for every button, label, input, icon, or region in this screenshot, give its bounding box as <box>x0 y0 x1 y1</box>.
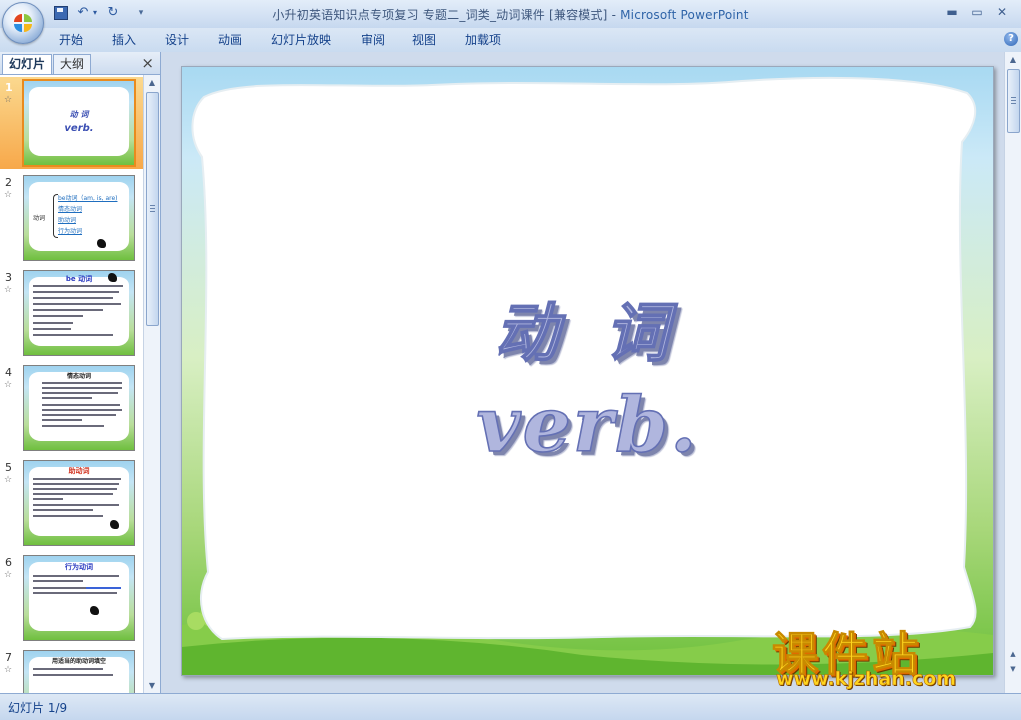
thumbnail-row-2[interactable]: 2 ☆ 动词 be动词（am, is, are) 情态动词 助动词 行为动词 <box>0 172 143 264</box>
thumbnail-number: 1 <box>5 81 13 94</box>
panel-tabs: 幻灯片 大纲 × <box>0 52 160 75</box>
slide-editor: 动 词 verb. <box>161 52 1004 693</box>
scrollbar-thumb[interactable] <box>146 92 159 326</box>
document-title: 小升初英语知识点专项复习 专题二_词类_动词课件 [兼容模式] <box>272 8 608 22</box>
thumbnail-row-4[interactable]: 4 ☆ 情态动词 <box>0 362 143 454</box>
redo-icon[interactable]: ↻ <box>104 4 122 22</box>
close-icon[interactable]: ✕ <box>991 2 1013 22</box>
watermark-url: www.kjzhan.com <box>776 668 957 691</box>
tab-addins[interactable]: 加载项 <box>465 31 501 49</box>
thumbnail-number: 2 <box>5 176 12 189</box>
status-bar: 幻灯片 1/9 <box>0 693 1021 720</box>
ribbon-tabs: 开始 插入 设计 动画 幻灯片放映 审阅 视图 加载项 ? <box>0 28 1021 53</box>
save-icon[interactable] <box>52 4 70 22</box>
thumbnail-number: 4 <box>5 366 12 379</box>
thumbnail-number: 5 <box>5 461 12 474</box>
animation-icon: ☆ <box>4 475 13 485</box>
minimize-icon[interactable]: ▬ <box>941 2 963 22</box>
thumbnail-3[interactable]: be 动词 <box>23 270 135 356</box>
thumbnail-link: be动词（am, is, are) <box>58 195 118 202</box>
thumbnail-5[interactable]: 助动词 <box>23 460 135 546</box>
tab-animations[interactable]: 动画 <box>218 31 242 49</box>
thumbnail-heading: 用适当的助动词填空 <box>51 658 106 665</box>
thumbnail-row-7[interactable]: 7 ☆ 用适当的助动词填空 <box>0 647 143 693</box>
tab-insert[interactable]: 插入 <box>112 31 136 49</box>
thumbnail-link: 情态动词 <box>58 206 83 213</box>
window-title: 小升初英语知识点专项复习 专题二_词类_动词课件 [兼容模式] - Micros… <box>0 6 1021 23</box>
app-name: Microsoft PowerPoint <box>620 8 749 22</box>
thumbnail-label: 动词 <box>33 215 46 222</box>
tab-view[interactable]: 视图 <box>412 31 436 49</box>
thumbnail-heading: 情态动词 <box>66 373 91 380</box>
animation-icon: ☆ <box>4 570 13 580</box>
thumbnail-link: 行为动词 <box>58 228 83 235</box>
thumbnail-row-6[interactable]: 6 ☆ 行为动词 <box>0 552 143 644</box>
thumbnail-6[interactable]: 行为动词 <box>23 555 135 641</box>
thumbnail-row-3[interactable]: 3 ☆ be 动词 <box>0 267 143 359</box>
tab-review[interactable]: 审阅 <box>361 31 385 49</box>
thumbnail-row-5[interactable]: 5 ☆ 助动词 <box>0 457 143 549</box>
tab-design[interactable]: 设计 <box>165 31 189 49</box>
thumbnail-scrollbar[interactable]: ▲ ▼ <box>143 75 160 693</box>
animation-icon: ☆ <box>4 95 13 105</box>
tab-slideshow[interactable]: 幻灯片放映 <box>271 31 331 49</box>
tab-slides[interactable]: 幻灯片 <box>2 54 53 74</box>
thumbnail-number: 6 <box>5 556 12 569</box>
thumbnail-7[interactable]: 用适当的助动词填空 <box>23 650 135 693</box>
office-button[interactable] <box>2 2 44 44</box>
thumbnail-list: 1 ☆ 动 词 verb. 2 ☆ 动词 be动词（am, is, are) 情… <box>0 75 143 693</box>
thumbnail-4[interactable]: 情态动词 <box>23 365 135 451</box>
thumbnail-number: 3 <box>5 271 12 284</box>
panel-close-icon[interactable]: × <box>141 54 154 72</box>
title-separator: - <box>607 8 621 22</box>
watermark-logo: 课件站 www.kjzhan.com <box>768 618 1004 694</box>
tab-home[interactable]: 开始 <box>59 31 83 49</box>
help-icon[interactable]: ? <box>1004 32 1018 46</box>
animation-icon: ☆ <box>4 190 13 200</box>
previous-slide-icon[interactable]: ▲ <box>1005 647 1021 662</box>
office-logo-icon <box>14 14 32 32</box>
scroll-up-icon[interactable]: ▲ <box>144 75 160 90</box>
tab-outline[interactable]: 大纲 <box>53 54 92 74</box>
thumbnail-number: 7 <box>5 651 12 664</box>
editor-scrollbar[interactable]: ▲ ▲ ▼ <box>1004 52 1021 693</box>
thumbnail-2[interactable]: 动词 be动词（am, is, are) 情态动词 助动词 行为动词 <box>23 175 135 261</box>
thumbnail-heading: be 动词 <box>65 275 93 283</box>
slide-counter: 幻灯片 1/9 <box>8 701 68 715</box>
undo-icon[interactable]: ↶ <box>74 4 92 22</box>
next-slide-icon[interactable]: ▼ <box>1005 662 1021 677</box>
thumbnail-1[interactable]: 动 词 verb. <box>22 79 136 167</box>
slide-title[interactable]: 动 词 <box>182 282 993 374</box>
scroll-down-icon[interactable]: ▼ <box>144 678 160 693</box>
current-slide[interactable]: 动 词 verb. <box>181 66 994 676</box>
scrollbar-thumb[interactable] <box>1007 69 1020 133</box>
animation-icon: ☆ <box>4 285 13 295</box>
thumbnail-heading: 行为动词 <box>65 563 93 571</box>
thumbnail-row-1[interactable]: 1 ☆ 动 词 verb. <box>0 77 143 169</box>
undo-dropdown-icon[interactable]: ▾ <box>91 4 99 22</box>
maximize-icon[interactable]: ▭ <box>966 2 988 22</box>
slides-panel: 幻灯片 大纲 × 1 ☆ 动 词 verb. 2 ☆ 动词 be动词（am, i… <box>0 52 161 693</box>
customize-toolbar-icon[interactable]: ▾ <box>136 4 146 22</box>
thumbnail-heading: 助动词 <box>68 467 90 475</box>
thumbnail-subtitle: verb. <box>64 123 94 134</box>
scroll-up-icon[interactable]: ▲ <box>1005 52 1021 67</box>
animation-icon: ☆ <box>4 665 13 675</box>
animation-icon: ☆ <box>4 380 13 390</box>
title-bar: 小升初英语知识点专项复习 专题二_词类_动词课件 [兼容模式] - Micros… <box>0 0 1021 29</box>
thumbnail-title: 动 词 <box>69 110 89 119</box>
thumbnail-link: 助动词 <box>58 217 77 224</box>
slide-subtitle[interactable]: verb. <box>182 379 993 470</box>
